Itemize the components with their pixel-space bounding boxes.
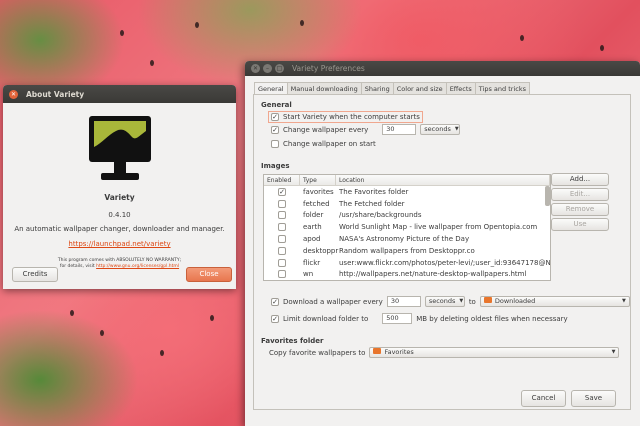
change-on-start-label: Change wallpaper on start bbox=[283, 140, 376, 148]
source-location: http://wallpapers.net/nature-desktop-wal… bbox=[339, 270, 527, 279]
source-type: favorites bbox=[303, 187, 334, 196]
source-enabled-checkbox[interactable]: ✓ bbox=[278, 187, 286, 196]
about-titlebar: ✕ About Variety bbox=[3, 85, 236, 103]
cancel-button[interactable]: Cancel bbox=[521, 390, 566, 407]
use-source-button[interactable]: Use bbox=[551, 218, 609, 231]
source-location: NASA's Astronomy Picture of the Day bbox=[339, 235, 470, 244]
source-type: flickr bbox=[303, 258, 321, 267]
source-enabled-checkbox[interactable] bbox=[278, 246, 286, 255]
sources-table: Enabled Type Location ✓ favorites The Favo… bbox=[263, 174, 551, 281]
window-minimize-icon[interactable]: – bbox=[263, 64, 272, 73]
source-enabled-checkbox[interactable] bbox=[278, 223, 286, 232]
start-on-login-checkbox[interactable]: ✓ bbox=[271, 113, 279, 121]
remove-source-button[interactable]: Remove bbox=[551, 203, 609, 216]
chevron-down-icon: ▼ bbox=[459, 298, 464, 304]
source-type: earth bbox=[303, 223, 322, 232]
general-heading: General bbox=[261, 101, 292, 109]
start-on-login-label: Start Variety when the computer starts bbox=[283, 113, 420, 121]
limit-folder-checkbox[interactable]: ✓ bbox=[271, 314, 279, 323]
warranty-line-2: for details, visit bbox=[59, 264, 97, 269]
window-close-icon[interactable]: ✕ bbox=[251, 64, 260, 73]
change-unit-select[interactable]: seconds ▼ bbox=[420, 124, 461, 135]
prefs-titlebar: ✕ – □ Variety Preferences bbox=[245, 61, 640, 76]
prefs-title: Variety Preferences bbox=[292, 64, 365, 73]
preferences-window: ✕ – □ Variety Preferences General Manual… bbox=[245, 61, 640, 426]
table-row[interactable]: wn http://wallpapers.net/nature-desktop-w… bbox=[264, 269, 550, 280]
table-scrollbar[interactable] bbox=[545, 186, 550, 206]
source-enabled-checkbox[interactable] bbox=[278, 211, 286, 220]
source-location: The Fetched folder bbox=[339, 199, 405, 208]
add-source-button[interactable]: Add... bbox=[551, 173, 609, 186]
download-unit-value: seconds bbox=[428, 297, 456, 305]
table-row[interactable]: ✓ favorites The Favorites folder bbox=[264, 186, 550, 198]
column-enabled[interactable]: Enabled bbox=[264, 175, 300, 185]
table-row[interactable]: folder/usr/share/backgrounds bbox=[264, 210, 550, 222]
app-description: An automatic wallpaper changer, download… bbox=[14, 225, 225, 233]
source-enabled-checkbox[interactable] bbox=[278, 270, 286, 279]
change-interval-input[interactable]: 30 bbox=[382, 124, 417, 135]
table-row[interactable]: fetched The Fetched folder bbox=[264, 198, 550, 210]
license-link[interactable]: http://www.gnu.org/licenses/gpl.html bbox=[96, 264, 179, 269]
app-version: 0.4.10 bbox=[108, 211, 131, 219]
source-location: The Favorites folder bbox=[339, 187, 409, 196]
source-location: /usr/share/backgrounds bbox=[339, 211, 422, 220]
source-enabled-checkbox[interactable] bbox=[278, 199, 286, 208]
table-row[interactable]: apod NASA's Astronomy Picture of the Day bbox=[264, 233, 550, 245]
favorites-folder-value: Favorites bbox=[384, 348, 414, 356]
window-maximize-icon[interactable]: □ bbox=[275, 64, 284, 73]
change-wallpaper-label: Change wallpaper every bbox=[283, 125, 369, 134]
limit-suffix-label: MB by deleting oldest files when necessa… bbox=[416, 314, 568, 323]
download-to-label: to bbox=[468, 297, 476, 306]
source-location: World Sunlight Map - live wallpaper from… bbox=[339, 223, 538, 232]
column-location[interactable]: Location bbox=[336, 175, 550, 185]
source-enabled-checkbox[interactable] bbox=[278, 235, 286, 244]
download-checkbox[interactable]: ✓ bbox=[271, 297, 279, 306]
folder-icon bbox=[373, 348, 382, 354]
images-heading: Images bbox=[261, 162, 290, 170]
folder-icon bbox=[483, 297, 492, 303]
copy-favorites-label: Copy favorite wallpapers to bbox=[269, 348, 366, 357]
chevron-down-icon: ▼ bbox=[611, 349, 616, 355]
source-type: wn bbox=[303, 270, 314, 279]
chevron-down-icon: ▼ bbox=[621, 298, 626, 304]
source-location: user:www.flickr.com/photos/peter-levi/;u… bbox=[339, 258, 550, 267]
app-name: Variety bbox=[104, 193, 135, 202]
favorites-heading: Favorites folder bbox=[261, 337, 324, 345]
variety-logo-icon bbox=[87, 113, 153, 185]
change-unit-value: seconds bbox=[424, 125, 451, 133]
download-label: Download a wallpaper every bbox=[283, 297, 383, 306]
source-enabled-checkbox[interactable] bbox=[278, 258, 286, 267]
about-title: About Variety bbox=[26, 89, 85, 99]
download-unit-select[interactable]: seconds ▼ bbox=[424, 296, 465, 307]
source-type: desktoppr bbox=[303, 246, 339, 255]
table-row[interactable]: earth World Sunlight Map - live wallpaper… bbox=[264, 221, 550, 233]
favorites-folder-select[interactable]: Favorites ▼ bbox=[369, 347, 620, 358]
column-type[interactable]: Type bbox=[300, 175, 336, 185]
window-close-icon[interactable]: ✕ bbox=[9, 89, 18, 99]
website-link[interactable]: https://launchpad.net/variety bbox=[3, 240, 236, 248]
table-row[interactable]: desktoppr Random wallpapers from Desktopp… bbox=[264, 245, 550, 257]
save-button[interactable]: Save bbox=[571, 390, 616, 407]
edit-source-button[interactable]: Edit... bbox=[551, 188, 609, 201]
chevron-down-icon: ▼ bbox=[454, 126, 459, 132]
table-row[interactable]: flickr user:www.flickr.com/photos/peter-l… bbox=[264, 257, 550, 269]
download-folder-select[interactable]: Downloaded ▼ bbox=[479, 296, 630, 307]
source-location: Random wallpapers from Desktoppr.co bbox=[339, 246, 475, 255]
table-header: Enabled Type Location bbox=[264, 175, 550, 186]
source-type: fetched bbox=[303, 199, 330, 208]
close-button[interactable]: Close bbox=[186, 267, 232, 282]
download-interval-input[interactable]: 30 bbox=[386, 296, 421, 307]
source-type: folder bbox=[303, 211, 324, 220]
change-wallpaper-checkbox[interactable]: ✓ bbox=[271, 125, 279, 134]
change-on-start-checkbox[interactable] bbox=[271, 140, 279, 148]
source-type: apod bbox=[303, 235, 321, 244]
limit-size-input[interactable]: 500 bbox=[382, 313, 413, 324]
credits-button[interactable]: Credits bbox=[12, 267, 58, 282]
download-folder-value: Downloaded bbox=[494, 297, 536, 305]
limit-folder-label: Limit download folder to bbox=[283, 314, 369, 323]
about-dialog: ✕ About Variety Variety 0.4.10 An automa… bbox=[3, 85, 236, 289]
